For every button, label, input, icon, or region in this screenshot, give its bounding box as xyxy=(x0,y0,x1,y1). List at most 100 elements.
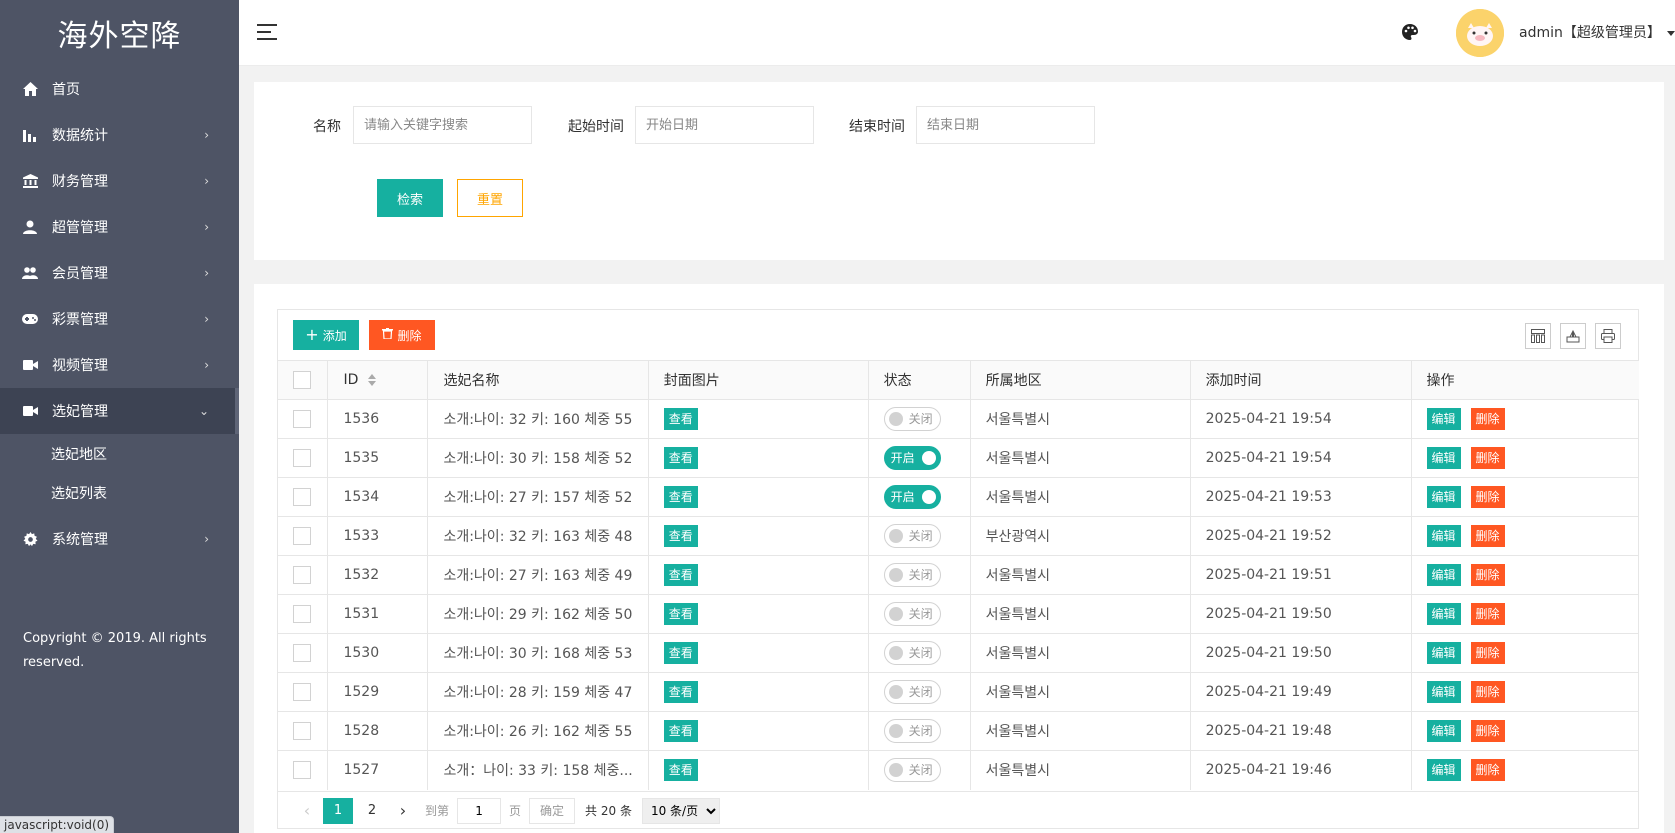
row-checkbox[interactable] xyxy=(293,449,311,467)
export-icon[interactable] xyxy=(1560,323,1586,349)
page-number[interactable]: 2 xyxy=(357,798,387,824)
row-cover-cell: 查看 xyxy=(648,672,869,712)
status-toggle[interactable]: 关闭 xyxy=(883,407,941,431)
row-checkbox[interactable] xyxy=(293,722,311,740)
edit-button[interactable]: 编辑 xyxy=(1426,759,1461,782)
row-id: 1533 xyxy=(327,516,429,556)
edit-button[interactable]: 编辑 xyxy=(1426,603,1461,625)
status-toggle-label: 开启 xyxy=(890,451,915,465)
chevron-right-icon: › xyxy=(204,128,209,142)
row-checkbox[interactable] xyxy=(293,488,311,506)
status-toggle[interactable]: 开启 xyxy=(883,485,941,509)
edit-button[interactable]: 编辑 xyxy=(1426,525,1461,547)
sidebar-item-home[interactable]: 首页 xyxy=(0,66,239,112)
edit-button[interactable]: 编辑 xyxy=(1426,681,1461,703)
select-all-checkbox[interactable] xyxy=(293,371,311,389)
row-id: 1527 xyxy=(327,750,429,790)
edit-button[interactable]: 编辑 xyxy=(1426,720,1461,742)
view-cover-button[interactable]: 查看 xyxy=(663,408,698,430)
sidebar-item-stats[interactable]: 数据统计 › xyxy=(0,112,239,158)
delete-row-button[interactable]: 删除 xyxy=(1470,681,1505,703)
page-size-select[interactable]: 10 条/页 xyxy=(641,797,720,824)
menu-toggle-icon[interactable] xyxy=(257,24,277,40)
row-checkbox[interactable] xyxy=(293,527,311,545)
view-cover-button[interactable]: 查看 xyxy=(663,564,698,586)
end-date-input[interactable] xyxy=(916,106,1095,144)
status-toggle[interactable]: 关闭 xyxy=(883,524,941,548)
sidebar-item-finance[interactable]: 财务管理 › xyxy=(0,158,239,204)
view-cover-button[interactable]: 查看 xyxy=(663,759,698,782)
sidebar-item-members[interactable]: 会员管理 › xyxy=(0,250,239,296)
status-toggle[interactable]: 关闭 xyxy=(883,602,941,626)
row-checkbox[interactable] xyxy=(293,605,311,623)
view-cover-button[interactable]: 查看 xyxy=(663,642,698,664)
bulk-delete-button[interactable]: 删除 xyxy=(369,320,435,350)
edit-button[interactable]: 编辑 xyxy=(1426,447,1461,469)
page-number-current[interactable]: 1 xyxy=(323,797,353,824)
row-checkbox[interactable] xyxy=(293,761,311,780)
delete-row-button[interactable]: 删除 xyxy=(1470,759,1505,782)
goto-page-input[interactable] xyxy=(457,797,502,824)
row-name: 소개:나이: 32 키: 163 체중 48 xyxy=(427,516,649,556)
row-checkbox[interactable] xyxy=(293,683,311,701)
view-cover-button[interactable]: 查看 xyxy=(663,603,698,625)
status-toggle[interactable]: 关闭 xyxy=(883,680,941,704)
delete-row-button[interactable]: 删除 xyxy=(1470,642,1505,664)
view-cover-button[interactable]: 查看 xyxy=(663,720,698,742)
sidebar-item-admins[interactable]: 超管管理 › xyxy=(0,204,239,250)
delete-row-button[interactable]: 删除 xyxy=(1470,408,1505,430)
status-toggle[interactable]: 关闭 xyxy=(883,719,941,743)
status-toggle-label: 关闭 xyxy=(908,607,933,621)
row-checkbox[interactable] xyxy=(293,410,311,428)
palette-icon[interactable] xyxy=(1401,23,1419,41)
table-row: 1531 소개:나이: 29 키: 162 체중 50 查看 关闭 서울특별시 2025-… xyxy=(278,594,1639,634)
row-checkbox[interactable] xyxy=(293,566,311,584)
sidebar-item-videos[interactable]: 视频管理 › xyxy=(0,342,239,388)
sort-icon[interactable] xyxy=(368,374,377,386)
delete-row-button[interactable]: 删除 xyxy=(1470,486,1505,508)
reset-button[interactable]: 重置 xyxy=(457,179,523,217)
edit-button[interactable]: 编辑 xyxy=(1426,564,1461,586)
row-name: 소개:나이: 28 키: 159 체중 47 xyxy=(427,672,649,712)
delete-row-button[interactable]: 删除 xyxy=(1470,447,1505,469)
view-cover-button[interactable]: 查看 xyxy=(663,681,698,703)
avatar[interactable] xyxy=(1456,9,1504,57)
start-date-input[interactable] xyxy=(635,106,814,144)
row-actions-cell: 编辑 删除 xyxy=(1411,516,1639,556)
delete-row-button[interactable]: 删除 xyxy=(1470,603,1505,625)
goto-confirm-button[interactable]: 确定 xyxy=(529,797,576,824)
sidebar-item-lottery[interactable]: 彩票管理 › xyxy=(0,296,239,342)
chevron-right-icon: › xyxy=(204,174,209,188)
column-header-id[interactable]: ID xyxy=(327,360,429,400)
status-toggle[interactable]: 开启 xyxy=(883,446,941,470)
columns-filter-icon[interactable] xyxy=(1525,323,1551,349)
user-menu[interactable]: admin【超级管理员】 xyxy=(1519,22,1675,42)
search-button[interactable]: 检索 xyxy=(377,179,443,217)
edit-button[interactable]: 编辑 xyxy=(1426,486,1461,508)
delete-row-button[interactable]: 删除 xyxy=(1470,525,1505,547)
view-cover-button[interactable]: 查看 xyxy=(663,525,698,547)
sidebar-subitem-regions[interactable]: 选妃地区 xyxy=(0,434,239,473)
print-icon[interactable] xyxy=(1595,323,1621,349)
row-checkbox[interactable] xyxy=(293,644,311,662)
delete-row-button[interactable]: 删除 xyxy=(1470,564,1505,586)
toggle-knob xyxy=(888,529,903,543)
status-toggle[interactable]: 关闭 xyxy=(883,641,941,665)
name-search-input[interactable] xyxy=(353,106,532,144)
next-page-icon[interactable]: › xyxy=(389,798,417,824)
status-toggle[interactable]: 关闭 xyxy=(883,758,941,783)
prev-page-icon[interactable]: ‹ xyxy=(293,798,321,824)
status-toggle-label: 关闭 xyxy=(908,763,933,778)
delete-row-button[interactable]: 删除 xyxy=(1470,720,1505,742)
row-id: 1534 xyxy=(327,477,429,517)
status-toggle[interactable]: 关闭 xyxy=(883,563,941,587)
edit-button[interactable]: 编辑 xyxy=(1426,642,1461,664)
edit-button[interactable]: 编辑 xyxy=(1426,408,1461,430)
app-logo[interactable]: 海外空降 xyxy=(0,0,239,66)
sidebar-item-consorts[interactable]: 选妃管理 ⌄ xyxy=(0,388,239,434)
sidebar-item-system[interactable]: 系统管理 › xyxy=(0,516,239,562)
view-cover-button[interactable]: 查看 xyxy=(663,447,698,469)
add-button[interactable]: + 添加 xyxy=(293,320,359,350)
sidebar-subitem-list[interactable]: 选妃列表 xyxy=(0,473,239,512)
view-cover-button[interactable]: 查看 xyxy=(663,486,698,508)
